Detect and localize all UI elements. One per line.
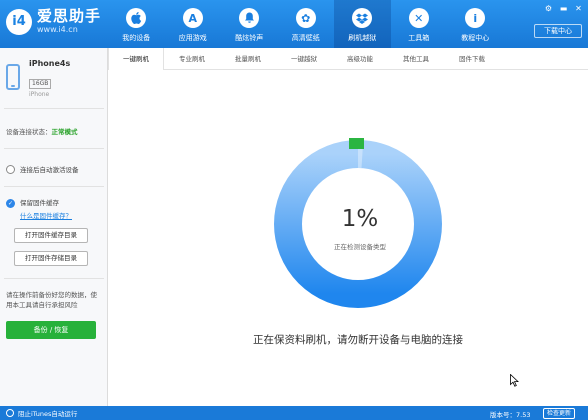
mouse-cursor-icon <box>510 374 519 387</box>
logo-text: 爱思助手 www.i4.cn <box>37 8 101 35</box>
logo-mark: i4 <box>6 8 32 35</box>
device-storage-badge: 16GB <box>29 79 52 89</box>
status-value: 正常模式 <box>51 128 78 136</box>
top-header: i4 爱思助手 www.i4.cn 我的设备 A 应用游戏 酷炫铃声 ✿ 高清壁… <box>0 0 588 48</box>
tab-pro-flash[interactable]: 专业刷机 <box>164 48 220 70</box>
nav-toolbox[interactable]: ✕ 工具箱 <box>391 0 448 48</box>
checkmark-icon[interactable]: ✓ <box>6 199 15 208</box>
nav-apps-games[interactable]: A 应用游戏 <box>165 0 222 48</box>
divider <box>4 108 104 109</box>
app-logo: i4 爱思助手 www.i4.cn <box>6 8 101 35</box>
keep-firmware-option[interactable]: ✓ 保留固件缓存 <box>6 199 59 208</box>
progress-percent: 1% <box>341 206 379 232</box>
divider <box>4 278 104 279</box>
apple-icon <box>126 8 147 28</box>
progress-ring <box>274 138 442 308</box>
download-center-button[interactable]: 下载中心 <box>534 24 582 38</box>
firmware-cache-help-link[interactable]: 什么是固件缓存？ <box>20 210 72 220</box>
check-update-button[interactable]: 检查更新 <box>543 408 576 419</box>
device-name: iPhone4s <box>29 59 71 68</box>
app-store-icon: A <box>182 8 203 28</box>
flower-icon: ✿ <box>295 8 316 28</box>
open-firmware-storage-button[interactable]: 打开固件存储目录 <box>14 251 88 266</box>
status-bar: 阻止iTunes自动运行 版本号：7.53 检查更新 <box>0 406 588 420</box>
close-icon[interactable]: ✕ <box>573 4 584 13</box>
sidebar: iPhone4s 16GB iPhone 设备连接状态：正常模式 连接后自动激活… <box>0 48 108 406</box>
nav-label: 应用游戏 <box>178 34 207 42</box>
nav-label: 高清壁纸 <box>291 34 320 42</box>
nav-wallpapers[interactable]: ✿ 高清壁纸 <box>278 0 335 48</box>
itunes-autorun-option[interactable]: 阻止iTunes自动运行 <box>6 408 77 418</box>
device-card: iPhone4s 16GB iPhone <box>6 58 70 100</box>
backup-warning: 请在操作前备份好您的数据，使用本工具请自行承担风险 <box>6 291 97 309</box>
connection-status: 设备连接状态：正常模式 <box>6 126 78 136</box>
nav-tutorials[interactable]: i 教程中心 <box>447 0 504 48</box>
app-name: 爱思助手 <box>37 7 102 25</box>
nav-ringtones[interactable]: 酷炫铃声 <box>221 0 278 48</box>
itunes-autorun-label: 阻止iTunes自动运行 <box>18 410 78 418</box>
progress-status-text: 正在检测设备类型 <box>334 243 386 251</box>
tools-icon: ✕ <box>408 8 429 28</box>
divider <box>4 186 104 187</box>
function-tabs: 一键刷机 专业刷机 批量刷机 一键越狱 高级功能 其他工具 固件下载 <box>108 48 588 71</box>
auto-activate-option[interactable]: 连接后自动激活设备 <box>6 164 79 174</box>
tab-batch-flash[interactable]: 批量刷机 <box>220 48 276 70</box>
device-model: iPhone <box>29 91 50 98</box>
tab-one-click-jailbreak[interactable]: 一键越狱 <box>276 48 332 70</box>
radio-button[interactable] <box>6 409 14 417</box>
main-nav: 我的设备 A 应用游戏 酷炫铃声 ✿ 高清壁纸 刷机越狱 ✕ 工具箱 i 教程中… <box>108 0 504 48</box>
nav-flash-jailbreak[interactable]: 刷机越狱 <box>334 0 391 48</box>
keep-firmware-label: 保留固件缓存 <box>20 199 59 207</box>
tab-one-click-flash[interactable]: 一键刷机 <box>108 48 164 71</box>
backup-restore-button[interactable]: 备份 / 恢复 <box>6 321 96 339</box>
device-info: iPhone4s 16GB iPhone <box>29 58 70 100</box>
nav-label: 刷机越狱 <box>348 34 377 42</box>
window-controls: ⚙ ▬ ✕ <box>543 4 584 13</box>
main-panel: 1% 正在检测设备类型 正在保资料刷机，请勿断开设备与电脑的连接 <box>108 70 588 406</box>
status-label: 设备连接状态： <box>6 128 52 136</box>
nav-label: 我的设备 <box>122 34 151 42</box>
app-url: www.i4.cn <box>37 25 78 34</box>
tab-advanced[interactable]: 高级功能 <box>332 48 388 70</box>
tab-other-tools[interactable]: 其他工具 <box>388 48 444 70</box>
version-label: 版本号：7.53 <box>490 411 531 419</box>
progress-start-marker <box>349 138 364 149</box>
info-icon: i <box>465 8 486 28</box>
nav-label: 酷炫铃声 <box>235 34 264 42</box>
open-firmware-cache-button[interactable]: 打开固件缓存目录 <box>14 228 88 243</box>
nav-label: 教程中心 <box>461 34 490 42</box>
divider <box>4 148 104 149</box>
tab-firmware-download[interactable]: 固件下载 <box>444 48 500 70</box>
radio-button[interactable] <box>6 164 15 174</box>
flash-message: 正在保资料刷机，请勿断开设备与电脑的连接 <box>253 334 463 346</box>
settings-icon[interactable]: ⚙ <box>543 4 554 13</box>
nav-my-device[interactable]: 我的设备 <box>108 0 165 48</box>
bell-icon <box>239 8 260 28</box>
phone-icon <box>6 64 20 90</box>
minimize-icon[interactable]: ▬ <box>558 4 569 13</box>
dropbox-icon <box>352 8 373 28</box>
auto-activate-label: 连接后自动激活设备 <box>20 166 79 174</box>
nav-label: 工具箱 <box>408 34 430 42</box>
